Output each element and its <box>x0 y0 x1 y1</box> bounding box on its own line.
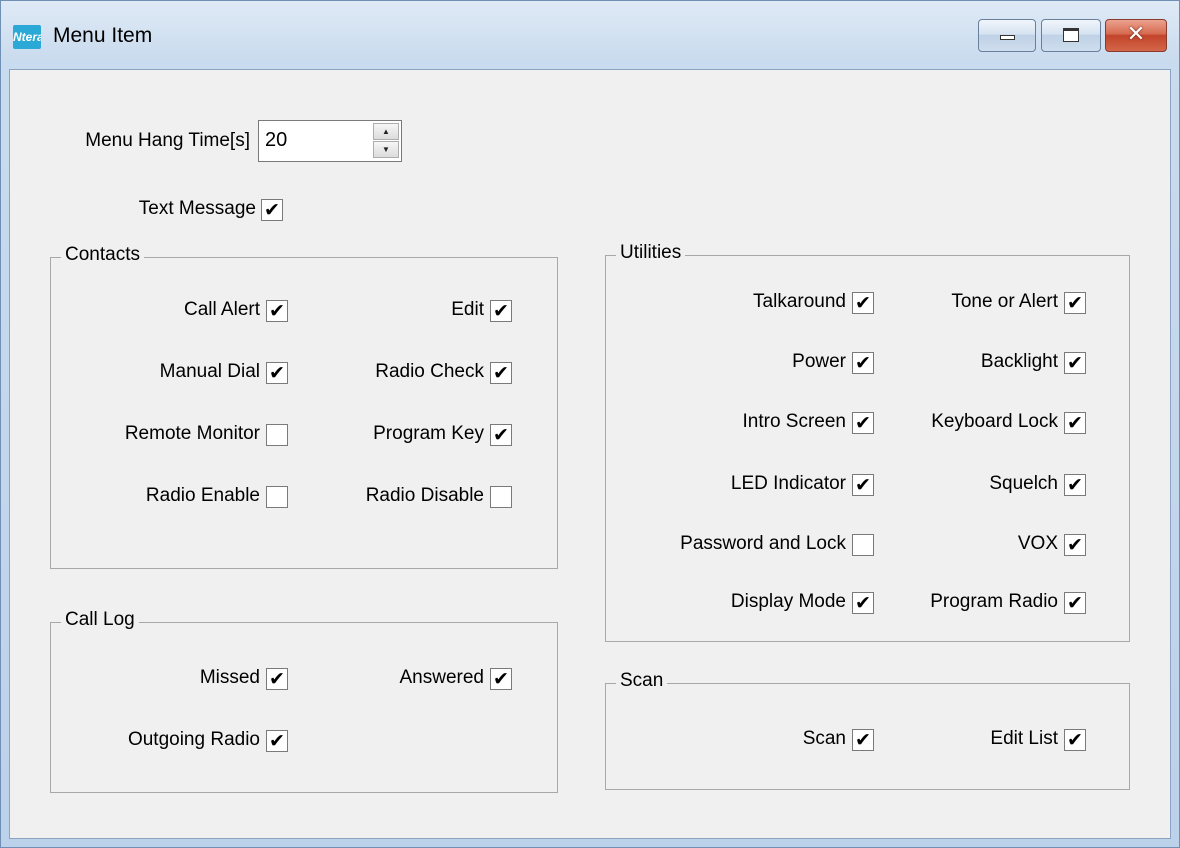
answered-label: Answered <box>399 667 485 688</box>
checkmark-icon: ✔ <box>493 300 509 322</box>
minimize-icon <box>1000 35 1015 40</box>
tone-or-alert-label: Tone or Alert <box>951 291 1058 312</box>
keyboard-lock-label: Keyboard Lock <box>931 411 1058 432</box>
outgoing-radio-checkbox[interactable]: ✔ <box>266 730 288 752</box>
talkaround-label: Talkaround <box>753 291 846 312</box>
program-key-checkbox[interactable]: ✔ <box>490 424 512 446</box>
answered-checkbox[interactable]: ✔ <box>490 668 512 690</box>
menu-hang-time-label: Menu Hang Time[s] <box>85 130 250 151</box>
backlight-label: Backlight <box>980 351 1058 372</box>
remote-monitor-label: Remote Monitor <box>124 423 260 444</box>
text-message-checkbox[interactable]: ✔ <box>261 199 283 221</box>
checkmark-icon: ✔ <box>493 362 509 384</box>
text-message-label: Text Message <box>138 198 256 219</box>
maximize-button[interactable] <box>1041 19 1101 52</box>
radio-enable-label: Radio Enable <box>145 485 260 506</box>
led-indicator-label: LED Indicator <box>730 473 846 494</box>
menu-hang-time-spinbox[interactable]: 20 ▲ ▼ <box>258 120 402 162</box>
scan-group-title: Scan <box>616 670 668 692</box>
app-logo-icon: Ntera <box>13 25 41 49</box>
backlight-checkbox[interactable]: ✔ <box>1064 352 1086 374</box>
radio-disable-label: Radio Disable <box>365 485 484 506</box>
squelch-checkbox[interactable]: ✔ <box>1064 474 1086 496</box>
radio-disable-checkbox[interactable] <box>490 486 512 508</box>
edit-checkbox[interactable]: ✔ <box>490 300 512 322</box>
manual-dial-label: Manual Dial <box>159 361 260 382</box>
close-button[interactable]: ✕ <box>1105 19 1167 52</box>
checkmark-icon: ✔ <box>1067 534 1083 556</box>
call-log-group-title: Call Log <box>61 609 139 631</box>
radio-check-checkbox[interactable]: ✔ <box>490 362 512 384</box>
checkmark-icon: ✔ <box>1067 592 1083 614</box>
checkmark-icon: ✔ <box>493 668 509 690</box>
intro-screen-label: Intro Screen <box>742 411 847 432</box>
call-log-group: Call Log <box>50 609 558 793</box>
checkmark-icon: ✔ <box>264 199 280 221</box>
checkmark-icon: ✔ <box>493 424 509 446</box>
dialog-window: Ntera Menu Item ✕ Menu Hang Time[s] 20 ▲… <box>0 0 1180 848</box>
display-mode-label: Display Mode <box>730 591 846 612</box>
title-bar[interactable]: Ntera Menu Item ✕ <box>1 1 1179 69</box>
checkmark-icon: ✔ <box>1067 729 1083 751</box>
program-key-label: Program Key <box>373 423 484 444</box>
call-alert-label: Call Alert <box>183 299 260 320</box>
radio-check-label: Radio Check <box>375 361 484 382</box>
minimize-button[interactable] <box>978 19 1036 52</box>
checkmark-icon: ✔ <box>1067 474 1083 496</box>
checkmark-icon: ✔ <box>1067 292 1083 314</box>
spin-buttons: ▲ ▼ <box>373 123 399 159</box>
keyboard-lock-checkbox[interactable]: ✔ <box>1064 412 1086 434</box>
program-radio-checkbox[interactable]: ✔ <box>1064 592 1086 614</box>
menu-hang-time-value[interactable]: 20 <box>265 129 287 152</box>
missed-label: Missed <box>199 667 260 688</box>
tone-or-alert-checkbox[interactable]: ✔ <box>1064 292 1086 314</box>
password-and-lock-label: Password and Lock <box>680 533 846 554</box>
checkmark-icon: ✔ <box>1067 352 1083 374</box>
vox-label: VOX <box>1017 533 1058 554</box>
contacts-group-title: Contacts <box>61 244 144 266</box>
spin-down-button[interactable]: ▼ <box>373 141 399 158</box>
dialog-body: Menu Hang Time[s] 20 ▲ ▼ Text Message ✔ … <box>9 69 1171 839</box>
edit-list-label: Edit List <box>990 728 1058 749</box>
maximize-icon <box>1063 28 1079 42</box>
edit-label: Edit <box>451 299 484 320</box>
power-label: Power <box>792 351 846 372</box>
checkmark-icon: ✔ <box>1067 412 1083 434</box>
spin-up-button[interactable]: ▲ <box>373 123 399 140</box>
window-title: Menu Item <box>53 24 153 47</box>
outgoing-radio-label: Outgoing Radio <box>127 729 260 750</box>
edit-list-checkbox[interactable]: ✔ <box>1064 729 1086 751</box>
squelch-label: Squelch <box>989 473 1058 494</box>
vox-checkbox[interactable]: ✔ <box>1064 534 1086 556</box>
scan-label: Scan <box>802 728 846 749</box>
utilities-group-title: Utilities <box>616 242 686 264</box>
checkmark-icon: ✔ <box>269 730 285 752</box>
program-radio-label: Program Radio <box>930 591 1058 612</box>
close-icon: ✕ <box>1126 22 1146 47</box>
